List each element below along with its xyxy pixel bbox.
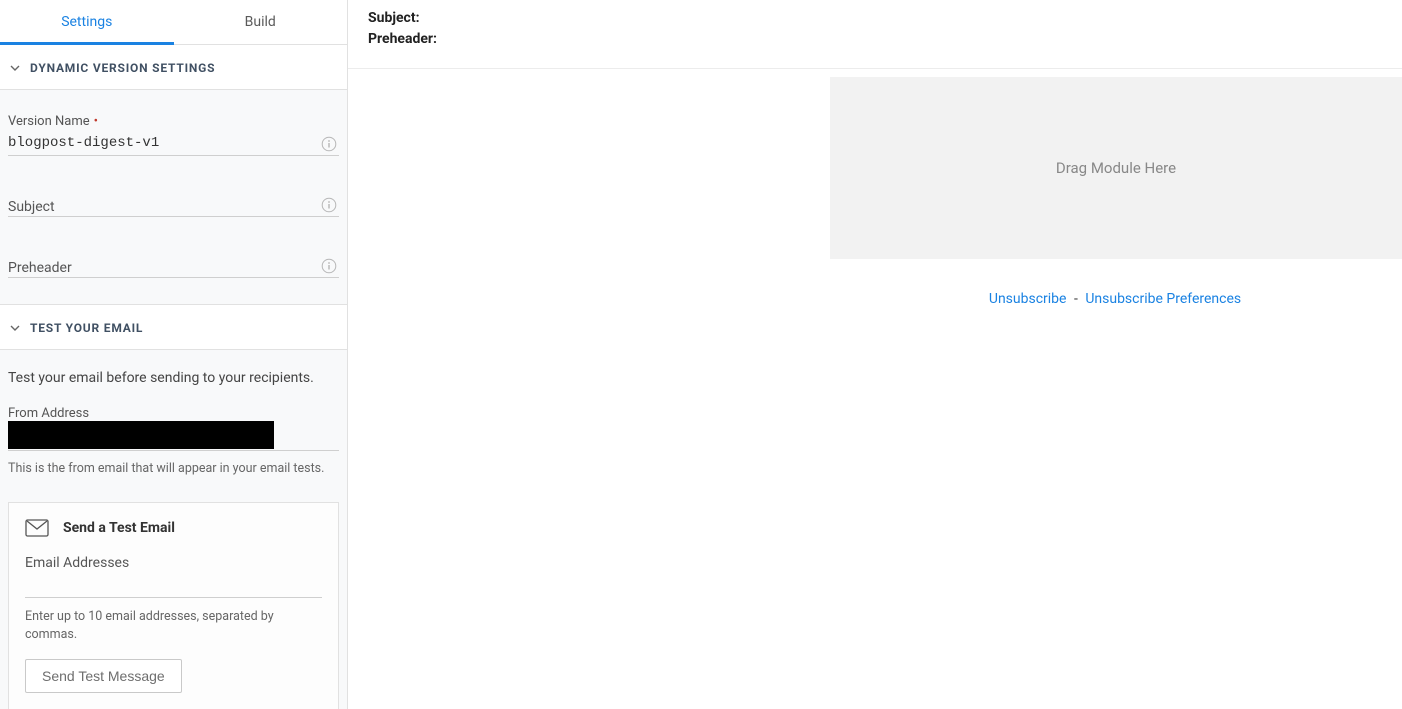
input-version-name[interactable] bbox=[8, 131, 339, 156]
settings-sidebar: Settings Build DYNAMIC VERSION SETTINGS … bbox=[0, 0, 348, 709]
redacted-value bbox=[8, 421, 274, 449]
sidebar-tabs: Settings Build bbox=[0, 0, 347, 45]
tab-build[interactable]: Build bbox=[174, 0, 348, 45]
chevron-down-icon bbox=[10, 323, 20, 333]
input-preheader[interactable] bbox=[8, 251, 339, 278]
label-version-name: Version Name • bbox=[8, 114, 339, 129]
test-description-block: Test your email before sending to your r… bbox=[0, 350, 347, 406]
send-test-title: Send a Test Email bbox=[63, 520, 175, 536]
send-test-button[interactable]: Send Test Message bbox=[25, 659, 182, 693]
info-icon[interactable] bbox=[321, 197, 337, 213]
label-from-address: From Address bbox=[8, 406, 339, 421]
preview-preheader-label: Preheader: bbox=[368, 29, 437, 50]
from-address-hint: This is the from email that will appear … bbox=[8, 461, 339, 476]
unsubscribe-preferences-link[interactable]: Unsubscribe Preferences bbox=[1085, 291, 1241, 307]
tab-settings[interactable]: Settings bbox=[0, 0, 174, 45]
preview-body: Drag Module Here Unsubscribe - Unsubscri… bbox=[348, 69, 1402, 709]
field-preheader: Preheader bbox=[8, 247, 339, 280]
section-header-test[interactable]: TEST YOUR EMAIL bbox=[0, 305, 347, 350]
app-root: Settings Build DYNAMIC VERSION SETTINGS … bbox=[0, 0, 1402, 709]
field-subject: Subject bbox=[8, 186, 339, 219]
section-title-test: TEST YOUR EMAIL bbox=[30, 321, 143, 335]
info-icon[interactable] bbox=[321, 136, 337, 152]
preview-preheader-row: Preheader: bbox=[368, 29, 1382, 50]
chevron-down-icon bbox=[10, 63, 20, 73]
label-email-addresses: Email Addresses bbox=[25, 555, 322, 571]
dynamic-form: Version Name • Subject Preheader bbox=[0, 90, 347, 305]
send-test-card: Send a Test Email Email Addresses Enter … bbox=[8, 502, 339, 709]
info-icon[interactable] bbox=[321, 258, 337, 274]
required-indicator: • bbox=[94, 114, 98, 129]
input-email-addresses[interactable] bbox=[25, 573, 322, 598]
section-title-dynamic: DYNAMIC VERSION SETTINGS bbox=[30, 61, 215, 75]
preview-subject-label: Subject: bbox=[368, 8, 420, 29]
mail-icon bbox=[25, 519, 49, 537]
label-version-name-text: Version Name bbox=[8, 114, 90, 129]
unsubscribe-row: Unsubscribe - Unsubscribe Preferences bbox=[348, 291, 1402, 307]
dropzone-text: Drag Module Here bbox=[1056, 159, 1176, 177]
input-from-address-wrap bbox=[8, 423, 339, 451]
send-test-header: Send a Test Email bbox=[25, 519, 322, 537]
section-header-dynamic[interactable]: DYNAMIC VERSION SETTINGS bbox=[0, 45, 347, 90]
field-version-name: Version Name • bbox=[8, 110, 339, 158]
module-dropzone[interactable]: Drag Module Here bbox=[830, 77, 1402, 259]
preview-header: Subject: Preheader: bbox=[348, 0, 1402, 69]
input-subject[interactable] bbox=[8, 190, 339, 217]
preview-subject-row: Subject: bbox=[368, 8, 1382, 29]
test-description: Test your email before sending to your r… bbox=[8, 370, 339, 386]
email-addresses-hint: Enter up to 10 email addresses, separate… bbox=[25, 608, 322, 643]
unsubscribe-separator: - bbox=[1074, 291, 1078, 307]
from-address-block: From Address This is the from email that… bbox=[0, 406, 347, 480]
unsubscribe-link[interactable]: Unsubscribe bbox=[989, 291, 1067, 307]
email-preview: Subject: Preheader: Drag Module Here Uns… bbox=[348, 0, 1402, 709]
